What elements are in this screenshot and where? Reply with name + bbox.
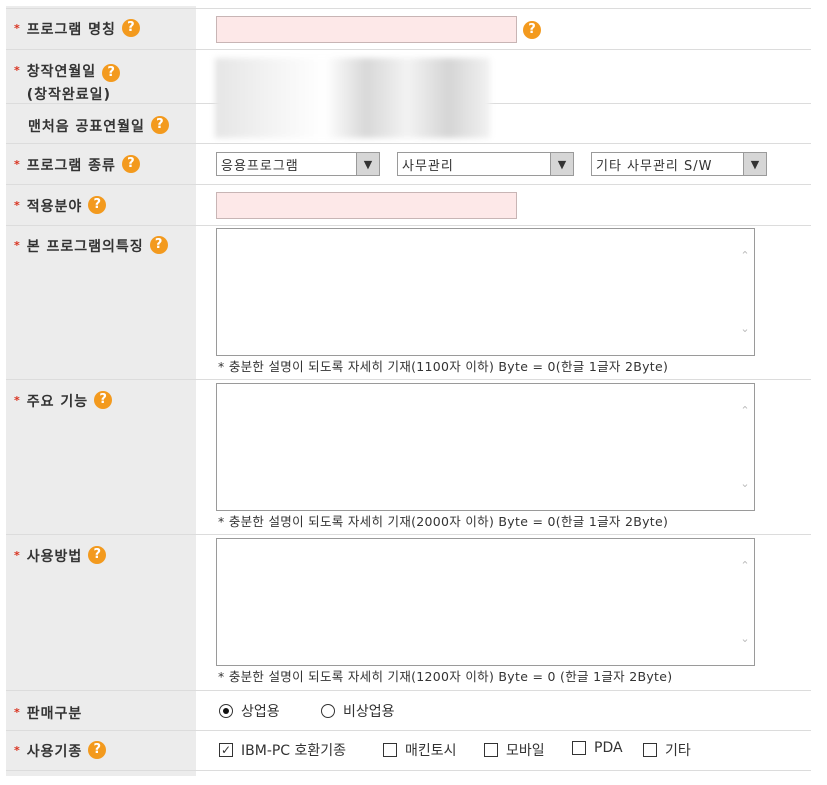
program-subcategory-select[interactable]: 기타 사무관리 S/W ▼ bbox=[591, 152, 767, 176]
help-icon[interactable]: ? bbox=[121, 19, 140, 37]
required-mark: * bbox=[14, 744, 21, 757]
row-divider bbox=[6, 184, 811, 185]
radio-commercial-label: 상업용 bbox=[241, 704, 280, 720]
radio-button-selected[interactable] bbox=[219, 704, 233, 718]
scroll-down-icon[interactable]: ⌄ bbox=[736, 477, 754, 490]
checkbox-mobile[interactable]: 모바일 bbox=[484, 740, 545, 760]
program-subcategory-select-value: 기타 사무관리 S/W bbox=[596, 158, 713, 174]
scroll-down-icon[interactable]: ⌄ bbox=[736, 322, 754, 335]
row-divider bbox=[6, 770, 811, 771]
program-category-select[interactable]: 사무관리 ▼ bbox=[397, 152, 574, 176]
checkbox-macintosh[interactable]: 매킨토시 bbox=[383, 740, 457, 760]
scroll-up-icon[interactable]: ⌃ bbox=[736, 249, 754, 262]
required-mark: * bbox=[14, 22, 21, 35]
program-type-select[interactable]: 응용프로그램 ▼ bbox=[216, 152, 380, 176]
checkbox[interactable] bbox=[643, 743, 657, 757]
checkbox-mobile-label: 모바일 bbox=[506, 743, 545, 759]
checkbox-ibm-pc-label: IBM-PC 호환기종 bbox=[241, 743, 347, 759]
help-icon[interactable]: ? bbox=[523, 21, 541, 39]
redacted-date-fields bbox=[215, 58, 490, 138]
creation-date-label-text: 창작연월일 bbox=[26, 64, 97, 80]
checkbox-pda-label: PDA bbox=[594, 740, 623, 756]
checkbox[interactable] bbox=[572, 741, 586, 755]
usage-label: * 사용방법 ? bbox=[14, 546, 107, 566]
row-divider bbox=[6, 8, 811, 9]
features-label: * 본 프로그램의특징 ? bbox=[14, 236, 168, 256]
required-mark: * bbox=[14, 64, 21, 77]
required-mark: * bbox=[14, 706, 21, 719]
application-field-input[interactable] bbox=[216, 192, 517, 219]
program-name-label: * 프로그램 명칭 ? bbox=[14, 19, 140, 39]
sales-type-label-text: 판매구분 bbox=[26, 706, 83, 722]
help-icon[interactable]: ? bbox=[88, 741, 107, 759]
help-icon[interactable]: ? bbox=[149, 236, 168, 254]
radio-noncommercial[interactable]: 비상업용 bbox=[321, 701, 395, 721]
help-icon[interactable]: ? bbox=[94, 391, 113, 409]
creation-date-label: * 창작연월일? (창작완료일) bbox=[14, 61, 121, 104]
program-type-select-value: 응용프로그램 bbox=[221, 158, 299, 174]
scroll-up-icon[interactable]: ⌃ bbox=[736, 404, 754, 417]
application-field-label: * 적용분야 ? bbox=[14, 196, 107, 216]
scrollbar[interactable]: ⌃ ⌄ bbox=[736, 384, 754, 510]
machine-type-label-text: 사용기종 bbox=[26, 744, 83, 760]
row-divider bbox=[6, 379, 811, 380]
required-mark: * bbox=[14, 549, 21, 562]
checkbox[interactable] bbox=[484, 743, 498, 757]
chevron-down-icon[interactable]: ▼ bbox=[356, 153, 379, 175]
row-divider bbox=[6, 225, 811, 226]
scroll-down-icon[interactable]: ⌄ bbox=[736, 632, 754, 645]
help-icon[interactable]: ? bbox=[88, 196, 107, 214]
creation-date-sublabel: (창작완료일) bbox=[26, 87, 111, 103]
checkbox-checked[interactable]: ✓ bbox=[219, 743, 233, 757]
required-mark: * bbox=[14, 239, 21, 252]
first-publication-label: 맨처음 공표연월일 ? bbox=[28, 116, 169, 136]
help-icon[interactable]: ? bbox=[88, 546, 107, 564]
required-mark: * bbox=[14, 158, 21, 171]
help-icon[interactable]: ? bbox=[102, 64, 121, 82]
radio-button[interactable] bbox=[321, 704, 335, 718]
checkbox-pda[interactable]: PDA bbox=[572, 740, 623, 756]
program-name-label-text: 프로그램 명칭 bbox=[26, 22, 116, 38]
main-functions-label: * 주요 기능 ? bbox=[14, 391, 113, 411]
checkbox-other-label: 기타 bbox=[665, 743, 691, 759]
checkbox-other[interactable]: 기타 bbox=[643, 740, 691, 760]
row-divider bbox=[6, 730, 811, 731]
features-textarea[interactable]: ⌃ ⌄ bbox=[216, 228, 755, 356]
checkbox-macintosh-label: 매킨토시 bbox=[405, 743, 457, 759]
chevron-down-icon[interactable]: ▼ bbox=[550, 153, 573, 175]
main-functions-textarea[interactable]: ⌃ ⌄ bbox=[216, 383, 755, 511]
help-icon[interactable]: ? bbox=[150, 116, 169, 134]
required-mark: * bbox=[14, 199, 21, 212]
checkbox-ibm-pc[interactable]: ✓ IBM-PC 호환기종 bbox=[219, 740, 346, 760]
main-functions-label-text: 주요 기능 bbox=[26, 394, 89, 410]
program-category-select-value: 사무관리 bbox=[402, 158, 454, 174]
chevron-down-icon[interactable]: ▼ bbox=[743, 153, 766, 175]
application-field-label-text: 적용분야 bbox=[26, 199, 83, 215]
main-functions-note: * 충분한 설명이 되도록 자세히 기재(2000자 이하) Byte = 0(… bbox=[218, 514, 669, 529]
features-label-text: 본 프로그램의특징 bbox=[26, 239, 144, 255]
usage-textarea[interactable]: ⌃ ⌄ bbox=[216, 538, 755, 666]
radio-noncommercial-label: 비상업용 bbox=[343, 704, 395, 720]
program-type-label-text: 프로그램 종류 bbox=[26, 158, 116, 174]
usage-label-text: 사용방법 bbox=[26, 549, 83, 565]
features-note: * 충분한 설명이 되도록 자세히 기재(1100자 이하) Byte = 0(… bbox=[218, 359, 669, 374]
scroll-up-icon[interactable]: ⌃ bbox=[736, 559, 754, 572]
row-divider bbox=[6, 534, 811, 535]
row-divider bbox=[6, 690, 811, 691]
help-icon[interactable]: ? bbox=[121, 155, 140, 173]
required-mark: * bbox=[14, 394, 21, 407]
first-publication-label-text: 맨처음 공표연월일 bbox=[28, 119, 145, 135]
usage-note: * 충분한 설명이 되도록 자세히 기재(1200자 이하) Byte = 0 … bbox=[218, 669, 673, 684]
sales-type-label: * 판매구분 bbox=[14, 703, 82, 723]
machine-type-label: * 사용기종 ? bbox=[14, 741, 107, 761]
radio-commercial[interactable]: 상업용 bbox=[219, 701, 280, 721]
program-type-label: * 프로그램 종류 ? bbox=[14, 155, 140, 175]
row-divider bbox=[6, 143, 811, 144]
scrollbar[interactable]: ⌃ ⌄ bbox=[736, 539, 754, 665]
program-name-input[interactable] bbox=[216, 16, 517, 43]
checkbox[interactable] bbox=[383, 743, 397, 757]
row-divider bbox=[6, 49, 811, 50]
scrollbar[interactable]: ⌃ ⌄ bbox=[736, 229, 754, 355]
